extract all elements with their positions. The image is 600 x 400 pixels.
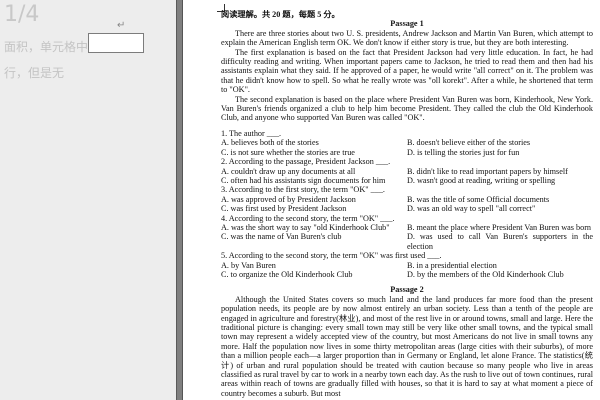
question: 4. According to the second story, the te… bbox=[221, 213, 395, 223]
option: A. believes both of the stories bbox=[221, 138, 319, 148]
faded-text-line: 面积，单元格中 bbox=[4, 40, 89, 54]
question: 2. According to the passage, President J… bbox=[221, 157, 391, 167]
option: B. doesn't believe either of the stories bbox=[407, 138, 531, 148]
document-page[interactable]: 阅读理解。共 20 题，每题 5 分。 Passage 1 There are … bbox=[182, 0, 600, 400]
option: B. didn't like to read important papers … bbox=[407, 166, 568, 176]
question-block: 5. According to the second story, the te… bbox=[221, 251, 593, 279]
faded-text-line: 行，但是无 bbox=[4, 66, 65, 80]
passage-title: Passage 2 bbox=[390, 285, 424, 295]
option: C. was the name of Van Buren's club bbox=[221, 232, 342, 242]
question: 3. According to the first story, the ter… bbox=[221, 185, 385, 195]
paragraph: There are three stories about two U. S. … bbox=[221, 28, 593, 48]
text-box[interactable] bbox=[88, 33, 144, 53]
question-block: 3. According to the first story, the ter… bbox=[221, 185, 593, 213]
option: C. is not sure whether the stories are t… bbox=[221, 147, 355, 157]
question: 5. According to the second story, the te… bbox=[221, 251, 442, 261]
previous-page-pane: 1/4 ↵ 面积，单元格中 行，但是无 bbox=[0, 0, 176, 400]
option: A. was approved of by President Jackson bbox=[221, 194, 356, 204]
option: D. wasn't good at reading, writing or sp… bbox=[407, 175, 556, 185]
option: D. was an old way to spell "all correct" bbox=[407, 204, 536, 214]
question-block: 2. According to the passage, President J… bbox=[221, 157, 593, 185]
option: C. often had his assistants sign documen… bbox=[221, 175, 386, 185]
paragraph: Although the United States covers so muc… bbox=[221, 294, 593, 398]
paragraph: The first explanation is based on the fa… bbox=[221, 47, 593, 95]
paragraph: The second explanation is based on the p… bbox=[221, 94, 593, 123]
page-fragment-number: 1/4 bbox=[4, 2, 40, 27]
passage-title: Passage 1 bbox=[390, 19, 424, 29]
option: C. to organize the Old Kinderhook Club bbox=[221, 269, 353, 279]
option: B. meant the place where President Van B… bbox=[407, 222, 592, 232]
question-block: 1. The author ___. A. believes both of t… bbox=[221, 129, 593, 157]
option: B. was the title of some Official docume… bbox=[407, 194, 550, 204]
option: A. was the short way to say "old Kinderh… bbox=[221, 222, 390, 232]
option: A. couldn't draw up any documents at all bbox=[221, 166, 356, 176]
option: D. is telling the stories just for fun bbox=[407, 147, 520, 157]
paragraph-mark-icon: ↵ bbox=[117, 20, 126, 31]
question-block: 4. According to the second story, the te… bbox=[221, 214, 593, 252]
option: D. by the members of the Old Kinderhook … bbox=[407, 269, 564, 279]
option: B. in a presidential election bbox=[407, 260, 497, 270]
question: 1. The author ___. bbox=[221, 128, 282, 138]
section-heading: 阅读理解。共 20 题，每题 5 分。 bbox=[221, 10, 340, 19]
option: D. was used to call Van Buren's supporte… bbox=[407, 232, 593, 251]
document-body[interactable]: 阅读理解。共 20 题，每题 5 分。 Passage 1 There are … bbox=[221, 10, 593, 398]
page-gutter bbox=[176, 0, 177, 400]
option: A. by Van Buren bbox=[221, 260, 276, 270]
option: C. was first used by President Jackson bbox=[221, 204, 347, 214]
